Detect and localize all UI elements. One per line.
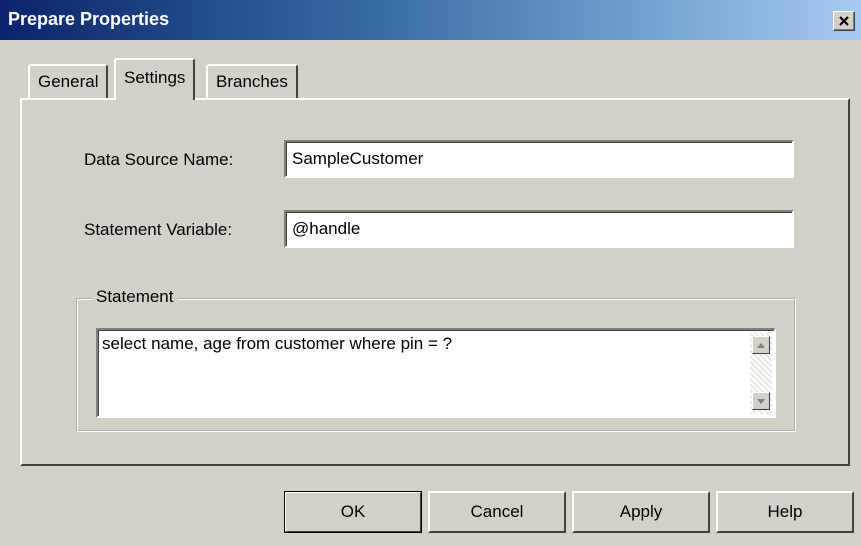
close-icon <box>839 16 849 26</box>
data-source-input[interactable] <box>284 140 794 178</box>
cancel-button[interactable]: Cancel <box>428 491 566 533</box>
statement-variable-label: Statement Variable: <box>84 220 233 239</box>
arrow-down-icon <box>757 398 765 404</box>
statement-variable-input[interactable] <box>284 210 794 248</box>
tab-label: Branches <box>216 72 288 91</box>
tab-general[interactable]: General <box>28 64 109 98</box>
tab-label: Settings <box>124 68 186 87</box>
scroll-down-button[interactable] <box>752 392 770 410</box>
data-source-label: Data Source Name: <box>84 150 234 169</box>
ok-button[interactable]: OK <box>284 491 422 533</box>
tab-label: General <box>38 72 99 91</box>
title-bar: Prepare Properties <box>0 0 861 40</box>
settings-panel: Data Source Name: Statement Variable: St… <box>20 98 850 466</box>
statement-scrollbar[interactable] <box>750 332 772 414</box>
scroll-up-button[interactable] <box>752 336 770 354</box>
arrow-up-icon <box>757 342 765 348</box>
tab-settings[interactable]: Settings <box>114 58 196 100</box>
tab-branches[interactable]: Branches <box>206 64 298 98</box>
statement-text: select name, age from customer where pin… <box>102 334 453 353</box>
statement-group-label: Statement <box>92 287 178 307</box>
help-button[interactable]: Help <box>716 491 854 533</box>
window-title: Prepare Properties <box>8 9 170 29</box>
close-button[interactable] <box>833 11 855 31</box>
statement-group: Statement select name, age from customer… <box>76 287 796 432</box>
statement-textarea[interactable]: select name, age from customer where pin… <box>96 328 776 418</box>
apply-button[interactable]: Apply <box>572 491 710 533</box>
